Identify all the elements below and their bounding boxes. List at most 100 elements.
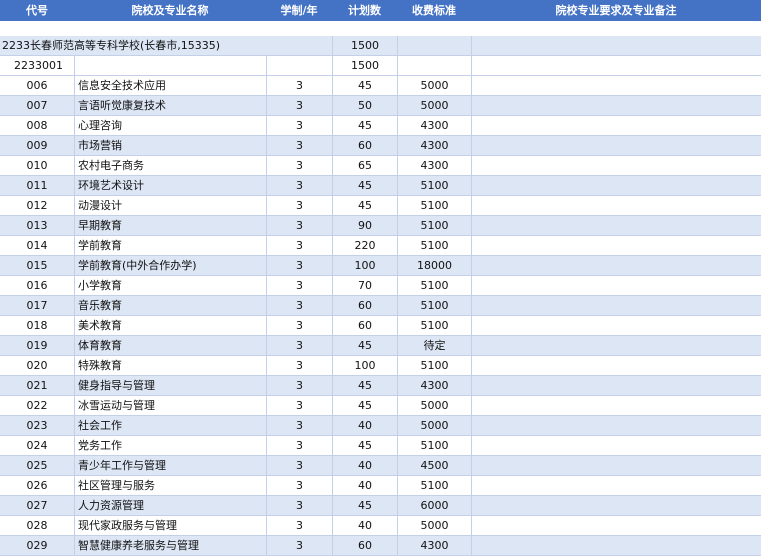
major-notes [471,276,761,295]
major-name: 青少年工作与管理 [74,456,266,475]
major-years: 3 [266,256,332,275]
major-name: 环境艺术设计 [74,176,266,195]
major-plan: 45 [332,496,397,515]
major-years: 3 [266,516,332,535]
major-years: 3 [266,276,332,295]
group-name [74,56,266,75]
major-years: 3 [266,216,332,235]
major-years: 3 [266,436,332,455]
major-name: 学前教育(中外合作办学) [74,256,266,275]
school-notes [471,36,761,55]
group-code: 2233001 [14,59,63,72]
table-row: 024 党务工作 3 45 5100 [0,436,761,456]
major-name: 学前教育 [74,236,266,255]
table-row: 007 言语听觉康复技术 3 50 5000 [0,96,761,116]
major-code: 023 [26,419,48,432]
major-code: 029 [26,539,48,552]
major-notes [471,236,761,255]
major-years: 3 [266,136,332,155]
major-years: 3 [266,156,332,175]
major-name: 体育教育 [74,336,266,355]
major-code: 025 [26,459,48,472]
major-code: 018 [26,319,48,332]
major-plan: 60 [332,536,397,555]
major-years: 3 [266,176,332,195]
table-row: 015 学前教育(中外合作办学) 3 100 18000 [0,256,761,276]
major-code: 014 [26,239,48,252]
major-name: 农村电子商务 [74,156,266,175]
major-name: 特殊教育 [74,356,266,375]
major-plan: 50 [332,96,397,115]
group-row: 2233001 1500 [0,56,761,76]
major-notes [471,436,761,455]
major-fee: 4300 [397,376,471,395]
major-name: 人力资源管理 [74,496,266,515]
major-plan: 40 [332,456,397,475]
major-years: 3 [266,416,332,435]
major-plan: 60 [332,136,397,155]
table-row: 011 环境艺术设计 3 45 5100 [0,176,761,196]
school-fee [397,36,471,55]
table-row: 019 体育教育 3 45 待定 [0,336,761,356]
major-plan: 220 [332,236,397,255]
major-fee: 4300 [397,156,471,175]
major-code: 028 [26,519,48,532]
table-row: 006 信息安全技术应用 3 45 5000 [0,76,761,96]
major-code: 012 [26,199,48,212]
major-years: 3 [266,356,332,375]
major-fee: 5000 [397,516,471,535]
table-row: 014 学前教育 3 220 5100 [0,236,761,256]
table-row: 027 人力资源管理 3 45 6000 [0,496,761,516]
major-notes [471,96,761,115]
major-code: 007 [26,99,48,112]
major-notes [471,116,761,135]
major-fee: 4300 [397,116,471,135]
header-plan: 计划数 [348,4,381,17]
table-row: 009 市场营销 3 60 4300 [0,136,761,156]
major-fee: 5000 [397,396,471,415]
major-notes [471,416,761,435]
major-code: 024 [26,439,48,452]
table-row: 013 早期教育 3 90 5100 [0,216,761,236]
major-years: 3 [266,196,332,215]
major-fee: 5000 [397,96,471,115]
major-code: 015 [26,259,48,272]
major-plan: 40 [332,476,397,495]
major-notes [471,336,761,355]
major-years: 3 [266,296,332,315]
major-plan: 45 [332,376,397,395]
major-name: 言语听觉康复技术 [74,96,266,115]
major-plan: 70 [332,276,397,295]
major-fee: 5100 [397,476,471,495]
table-row: 017 音乐教育 3 60 5100 [0,296,761,316]
table-row: 028 现代家政服务与管理 3 40 5000 [0,516,761,536]
major-fee: 待定 [397,336,471,355]
major-years: 3 [266,376,332,395]
header-fee: 收费标准 [412,4,456,17]
major-fee: 4500 [397,456,471,475]
major-name: 社区管理与服务 [74,476,266,495]
major-name: 党务工作 [74,436,266,455]
group-years [266,56,332,75]
major-fee: 5100 [397,436,471,455]
major-fee: 4300 [397,536,471,555]
major-plan: 45 [332,116,397,135]
major-years: 3 [266,76,332,95]
table-row: 022 冰雪运动与管理 3 45 5000 [0,396,761,416]
major-notes [471,516,761,535]
major-plan: 90 [332,216,397,235]
group-notes [471,56,761,75]
major-years: 3 [266,536,332,555]
major-fee: 5100 [397,316,471,335]
major-notes [471,216,761,235]
table-row: 008 心理咨询 3 45 4300 [0,116,761,136]
major-plan: 45 [332,336,397,355]
major-code: 017 [26,299,48,312]
group-plan: 1500 [332,56,397,75]
major-plan: 100 [332,256,397,275]
major-notes [471,456,761,475]
major-code: 016 [26,279,48,292]
major-name: 市场营销 [74,136,266,155]
major-plan: 65 [332,156,397,175]
major-years: 3 [266,236,332,255]
